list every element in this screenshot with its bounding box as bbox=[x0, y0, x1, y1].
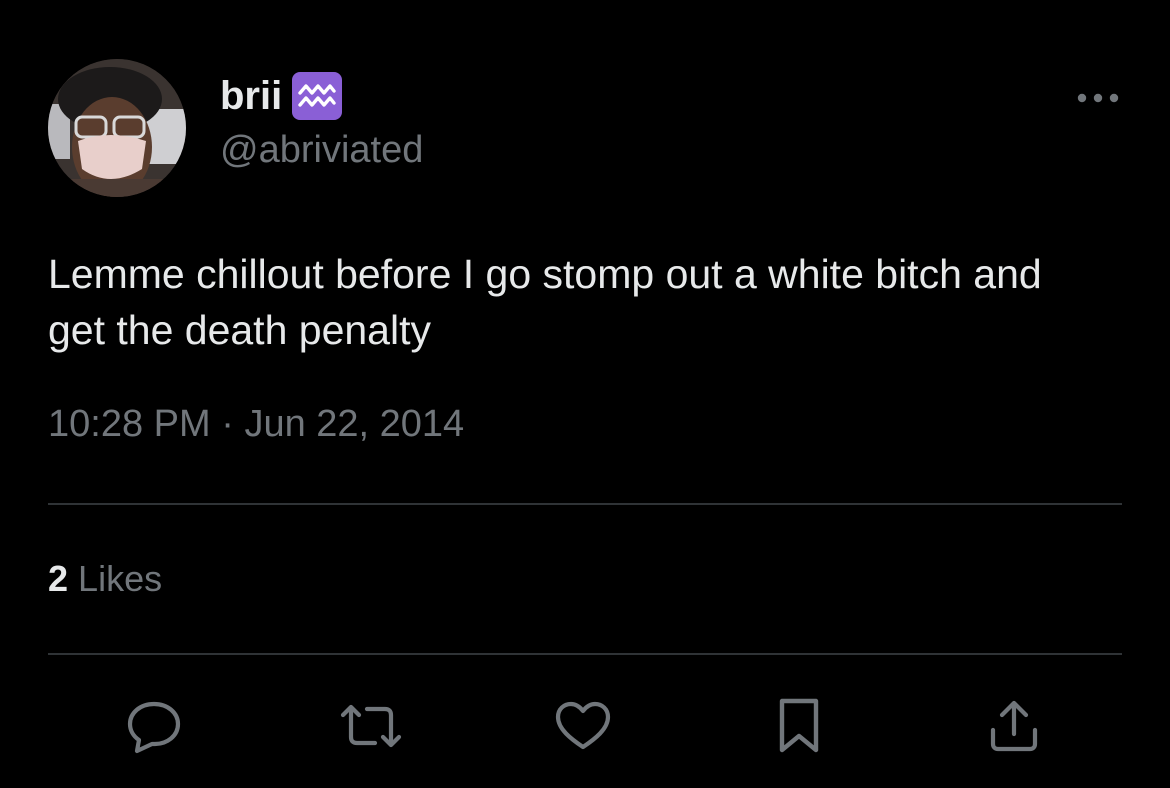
tweet-timestamp[interactable]: 10:28 PM · Jun 22, 2014 bbox=[48, 403, 465, 446]
aquarius-badge-icon bbox=[292, 72, 343, 120]
retweet-icon bbox=[340, 704, 402, 748]
avatar-photo bbox=[48, 59, 186, 197]
avatar[interactable] bbox=[48, 59, 186, 197]
heart-icon bbox=[555, 701, 611, 750]
like-button[interactable] bbox=[551, 694, 615, 758]
timestamp-separator: · bbox=[221, 403, 234, 445]
more-options-button[interactable] bbox=[1070, 80, 1126, 116]
share-button[interactable] bbox=[982, 694, 1046, 758]
display-name[interactable]: brii bbox=[220, 76, 282, 116]
tweet-time: 10:28 PM bbox=[48, 403, 211, 445]
likes-count: 2 bbox=[48, 558, 69, 599]
bookmark-button[interactable] bbox=[767, 694, 831, 758]
divider bbox=[48, 503, 1122, 505]
aquarius-icon bbox=[298, 84, 336, 107]
likes-stat[interactable]: 2 Likes bbox=[48, 559, 162, 599]
bookmark-icon bbox=[779, 698, 819, 753]
tweet-text: Lemme chillout before I go stomp out a w… bbox=[48, 251, 1042, 353]
reply-icon bbox=[127, 701, 181, 754]
share-icon bbox=[990, 700, 1038, 752]
divider bbox=[48, 653, 1122, 655]
tweet-date: Jun 22, 2014 bbox=[244, 403, 465, 445]
likes-label: Likes bbox=[78, 558, 163, 599]
author-name-row: brii bbox=[220, 70, 343, 122]
more-dots-icon bbox=[1077, 93, 1119, 103]
retweet-button[interactable] bbox=[339, 694, 403, 758]
user-handle[interactable]: @abriviated bbox=[220, 129, 423, 172]
reply-button[interactable] bbox=[122, 694, 186, 758]
